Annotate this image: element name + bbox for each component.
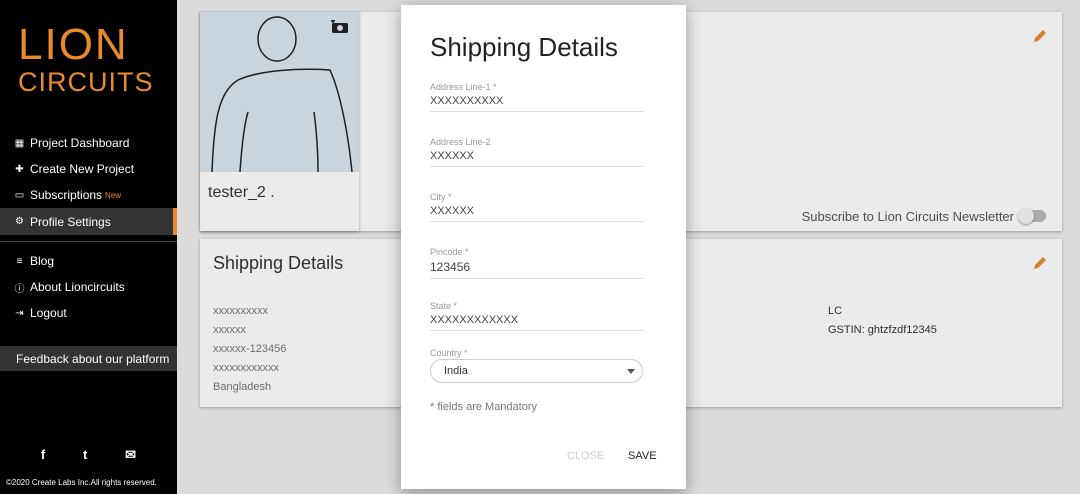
plus-icon: ✚ bbox=[15, 163, 24, 175]
sidebar-item-label: Profile Settings bbox=[30, 214, 111, 229]
sidebar-item-label: Project Dashboard bbox=[30, 136, 130, 150]
logo-text-bottom: CIRCUITS bbox=[18, 67, 154, 97]
sidebar-item-logout[interactable]: ⇥ Logout bbox=[0, 300, 177, 326]
sidebar-nav: ▦ Project Dashboard ✚ Create New Project… bbox=[0, 130, 177, 326]
mandatory-note: * fields are Mandatory bbox=[430, 401, 537, 413]
sidebar-item-project-dashboard[interactable]: ▦ Project Dashboard bbox=[0, 130, 177, 156]
sidebar-item-label: Subscriptions bbox=[30, 188, 103, 202]
save-button[interactable]: SAVE bbox=[628, 450, 657, 462]
field-label: State * bbox=[430, 301, 458, 311]
close-button[interactable]: CLOSE bbox=[567, 450, 604, 462]
field-label: Country * bbox=[430, 348, 468, 358]
state-input[interactable]: XXXXXXXXXXXX bbox=[430, 314, 643, 331]
logout-icon: ⇥ bbox=[15, 307, 24, 319]
sidebar-item-label: Blog bbox=[30, 254, 55, 268]
city-field[interactable]: City * XXXXXX bbox=[430, 192, 643, 222]
twitter-icon[interactable]: t bbox=[83, 447, 87, 463]
sidebar-divider bbox=[0, 241, 177, 242]
pincode-field[interactable]: Pincode * 123456 bbox=[430, 247, 643, 279]
feedback-button[interactable]: Feedback about our platform bbox=[0, 346, 177, 371]
facebook-icon[interactable]: f bbox=[41, 447, 45, 463]
pincode-input[interactable]: 123456 bbox=[430, 260, 643, 279]
shipping-details-dialog: Shipping Details Address Line-1 * XXXXXX… bbox=[401, 5, 686, 489]
sidebar-item-blog[interactable]: ≡ Blog bbox=[0, 248, 177, 274]
info-icon: ⓘ bbox=[14, 283, 25, 295]
state-field[interactable]: State * XXXXXXXXXXXX bbox=[430, 301, 643, 331]
country-field: Country * bbox=[430, 348, 643, 358]
copyright-text: ©2020 Create Labs Inc.All rights reserve… bbox=[6, 478, 157, 487]
sidebar-item-label: Create New Project bbox=[30, 162, 135, 176]
sidebar-item-about[interactable]: ⓘ About Lioncircuits bbox=[0, 274, 177, 300]
gear-icon: ⚙ bbox=[15, 216, 24, 227]
field-label: Address Line-1 * bbox=[430, 82, 497, 92]
sidebar-item-create-new-project[interactable]: ✚ Create New Project bbox=[0, 156, 177, 182]
lines-icon: ≡ bbox=[16, 255, 23, 267]
city-input[interactable]: XXXXXX bbox=[430, 205, 643, 222]
sidebar-item-subscriptions[interactable]: ▭ Subscriptions New bbox=[0, 182, 177, 208]
field-label: Pincode * bbox=[430, 247, 469, 257]
mail-icon[interactable]: ✉ bbox=[125, 447, 136, 463]
new-badge: New bbox=[105, 190, 122, 200]
field-label: Address Line-2 bbox=[430, 137, 491, 147]
address-line-2-input[interactable]: XXXXXX bbox=[430, 150, 643, 167]
address-line-2-field[interactable]: Address Line-2 XXXXXX bbox=[430, 137, 643, 167]
sidebar-item-profile-settings[interactable]: ⚙ Profile Settings bbox=[0, 208, 177, 235]
grid-icon: ▦ bbox=[14, 137, 25, 149]
country-selected-value: India bbox=[444, 365, 468, 377]
sidebar: LION CIRCUITS ▦ Project Dashboard ✚ Crea… bbox=[0, 0, 177, 494]
lion-circuits-logo[interactable]: LION CIRCUITS bbox=[18, 20, 163, 102]
sidebar-item-label: Logout bbox=[30, 306, 67, 320]
chevron-down-icon bbox=[627, 369, 635, 374]
address-line-1-input[interactable]: XXXXXXXXXX bbox=[430, 95, 643, 112]
sidebar-item-label: About Lioncircuits bbox=[30, 280, 125, 294]
monitor-icon: ▭ bbox=[14, 189, 25, 201]
dialog-title: Shipping Details bbox=[430, 32, 618, 62]
country-select[interactable]: India bbox=[430, 359, 643, 383]
social-links: f t ✉ bbox=[0, 447, 177, 463]
address-line-1-field[interactable]: Address Line-1 * XXXXXXXXXX bbox=[430, 82, 643, 112]
field-label: City * bbox=[430, 192, 452, 202]
logo-text-top: LION bbox=[18, 20, 129, 69]
